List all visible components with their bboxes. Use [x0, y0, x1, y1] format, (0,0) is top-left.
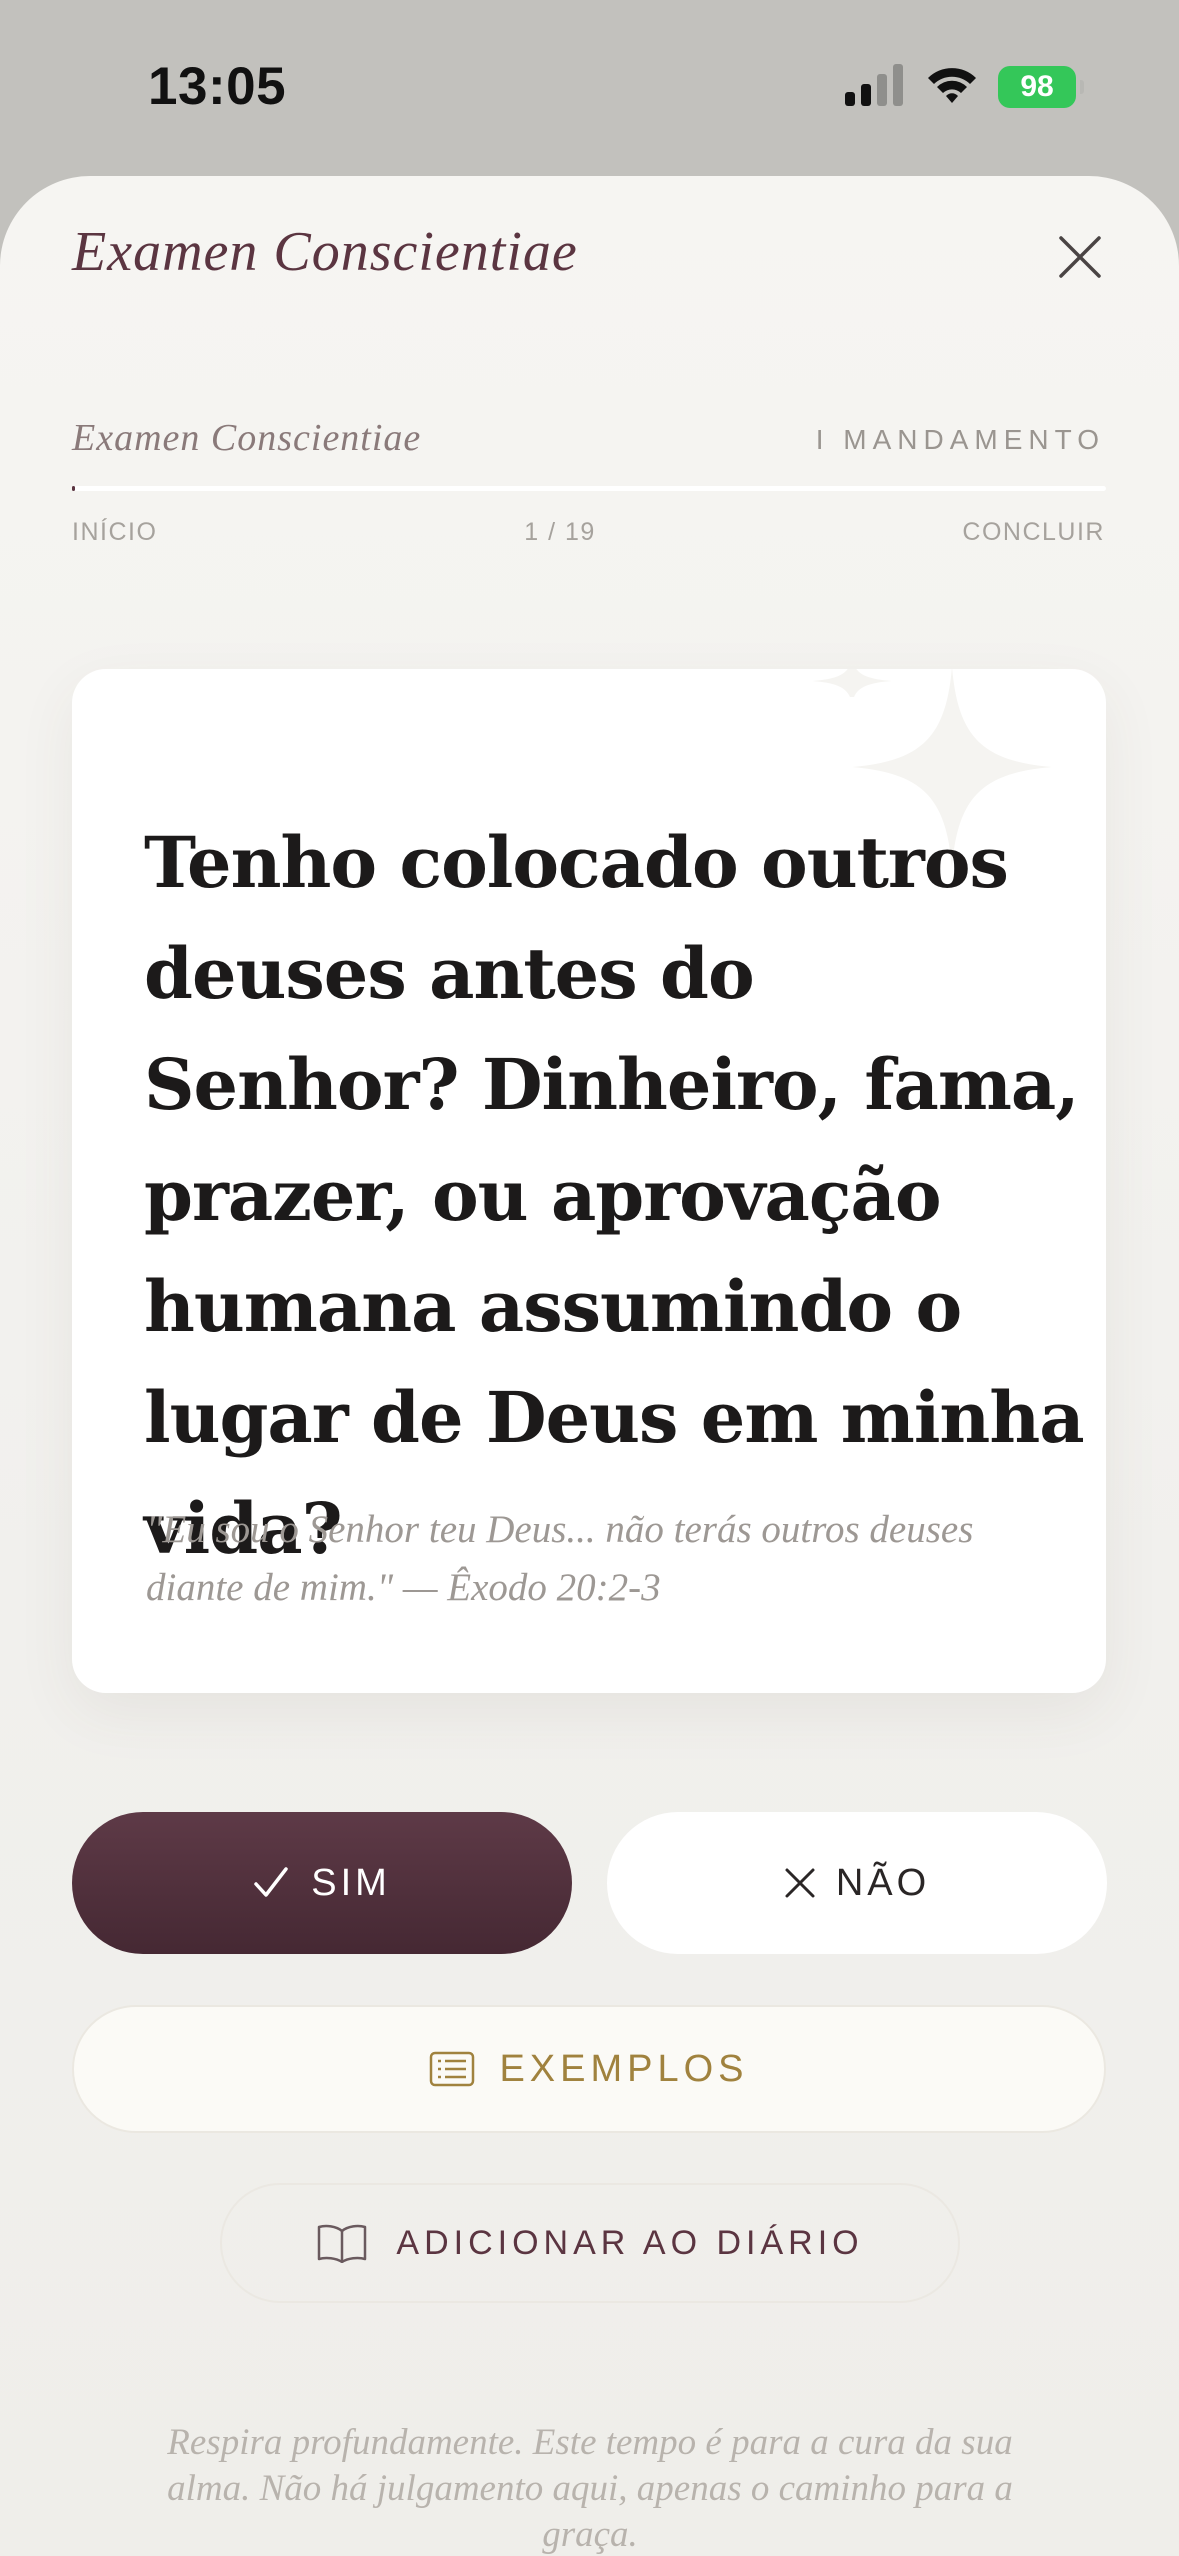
progress-end-label: CONCLUIR [962, 518, 1105, 546]
journal-label: ADICIONAR AO DIÁRIO [396, 2223, 864, 2262]
status-bar: 13:05 98 [0, 0, 1179, 175]
no-button[interactable]: NÃO [607, 1812, 1107, 1954]
status-time: 13:05 [148, 57, 287, 116]
sparkle-small-icon [812, 669, 892, 697]
wifi-icon [928, 68, 976, 103]
sheet-title: Examen Conscientiae [72, 221, 578, 283]
progress-counter: 1 / 19 [524, 518, 596, 546]
question-card: Tenho colocado outros deuses antes do Se… [72, 669, 1106, 1693]
examples-button[interactable]: EXEMPLOS [72, 2005, 1106, 2133]
no-label: NÃO [835, 1861, 931, 1904]
yes-button[interactable]: SIM [72, 1812, 572, 1954]
list-document-icon [430, 2051, 475, 2087]
progress-section-label: I MANDAMENTO [815, 424, 1105, 455]
x-icon [785, 1868, 815, 1898]
footer-message: Respira profundamente. Este tempo é para… [167, 2422, 1013, 2555]
checkmark-icon [254, 1867, 288, 1897]
examples-label: EXEMPLOS [499, 2047, 749, 2090]
progress-bar [72, 486, 1106, 491]
examen-question: Tenho colocado outros deuses antes do Se… [144, 821, 1085, 1570]
cellular-signal-icon [845, 64, 903, 106]
battery-level: 98 [1020, 70, 1054, 103]
add-to-journal-button[interactable]: ADICIONAR AO DIÁRIO [220, 2183, 960, 2303]
battery-indicator: 98 [998, 66, 1084, 108]
progress-fill [72, 486, 75, 491]
scripture-quote: "Eu sou o Senhor teu Deus... não terás o… [146, 1508, 974, 1609]
yes-label: SIM [311, 1861, 391, 1904]
close-icon[interactable] [1055, 232, 1105, 282]
progress-title: Examen Conscientiae [72, 417, 422, 459]
examen-sheet: Examen Conscientiae Examen Conscientiae … [0, 176, 1179, 2556]
open-book-icon [318, 2224, 367, 2263]
